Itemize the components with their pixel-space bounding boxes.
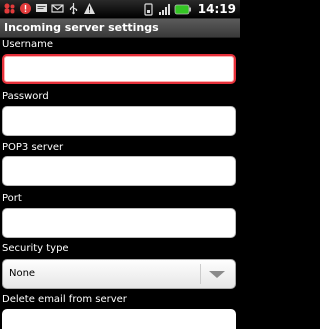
alert-icon — [20, 3, 31, 14]
clock: 14:19 — [197, 2, 236, 16]
security-type-select[interactable]: None — [2, 259, 236, 289]
people-icon — [4, 3, 15, 14]
delete-email-select[interactable] — [2, 309, 236, 329]
screen-title: Incoming server settings — [4, 21, 159, 34]
username-field[interactable] — [2, 54, 236, 84]
port-label: Port — [2, 193, 22, 204]
pop3-server-label: POP3 server — [2, 142, 64, 153]
warning-icon — [84, 3, 95, 14]
usb-icon — [69, 3, 78, 15]
battery-icon — [174, 4, 191, 14]
sms-icon — [36, 4, 47, 12]
port-field[interactable] — [2, 208, 236, 238]
select-divider — [200, 264, 201, 284]
email-icon — [51, 4, 64, 13]
pop3-server-field[interactable] — [2, 156, 236, 186]
delete-email-label: Delete email from server — [2, 294, 127, 305]
chevron-down-icon — [209, 271, 225, 278]
security-type-label: Security type — [2, 243, 69, 254]
security-type-value: None — [9, 268, 36, 279]
wifi-signal-icon — [144, 2, 153, 16]
status-icons-right: 14:19 — [142, 2, 236, 16]
password-field[interactable] — [2, 106, 236, 136]
status-bar: 14:19 — [0, 0, 240, 19]
status-icons-left — [3, 2, 96, 16]
username-label: Username — [2, 39, 53, 50]
password-label: Password — [2, 91, 49, 102]
title-bar: Incoming server settings — [0, 19, 240, 38]
signal-icon — [158, 3, 170, 15]
